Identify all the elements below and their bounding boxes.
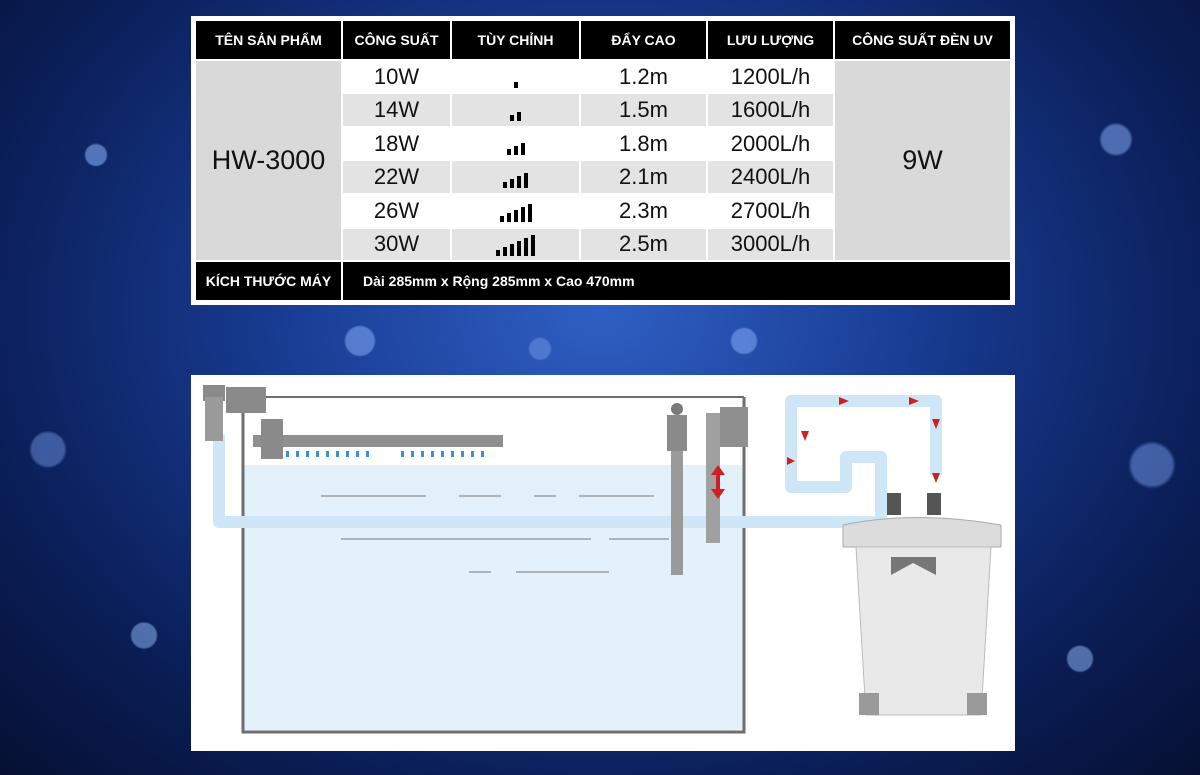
level-bar bbox=[524, 173, 528, 189]
head-cell: 1.2m bbox=[581, 60, 706, 93]
level-bar bbox=[517, 112, 521, 122]
level-bars-icon bbox=[496, 234, 535, 256]
level-bars-icon bbox=[513, 68, 518, 88]
level-bar bbox=[499, 215, 504, 222]
level-cell bbox=[452, 127, 579, 160]
header-row: TÊN SẢN PHẨM CÔNG SUẤT TÙY CHỈNH ĐẨY CAO… bbox=[196, 21, 1010, 59]
level-bar bbox=[510, 179, 514, 189]
head-cell: 2.1m bbox=[581, 161, 706, 194]
level-bar bbox=[520, 206, 525, 222]
header-product-name: TÊN SẢN PHẨM bbox=[196, 21, 341, 59]
level-bar bbox=[510, 115, 514, 122]
uv-power: 9W bbox=[835, 60, 1010, 261]
level-bars-icon bbox=[499, 202, 532, 222]
power-cell: 10W bbox=[343, 60, 450, 93]
power-cell: 14W bbox=[343, 94, 450, 126]
head-cell: 1.5m bbox=[581, 94, 706, 126]
head-cell: 2.5m bbox=[581, 228, 706, 261]
level-bar bbox=[513, 81, 518, 88]
spec-table-container: TÊN SẢN PHẨM CÔNG SUẤT TÙY CHỈNH ĐẨY CAO… bbox=[191, 16, 1015, 305]
level-bar bbox=[524, 237, 528, 256]
level-bar bbox=[517, 176, 521, 189]
power-cell: 26W bbox=[343, 195, 450, 227]
level-bars-icon bbox=[510, 101, 521, 122]
flow-arrows bbox=[787, 397, 940, 483]
level-bars-icon bbox=[506, 135, 525, 155]
level-cell bbox=[452, 94, 579, 126]
level-bar bbox=[503, 246, 507, 256]
level-bar bbox=[531, 234, 535, 256]
head-cell: 1.8m bbox=[581, 127, 706, 160]
level-bar bbox=[527, 203, 532, 222]
table-row: HW-3000 10W 1.2m 1200L/h 9W bbox=[196, 60, 1010, 261]
size-row: KÍCH THƯỚC MÁY Dài 285mm x Rộng 285mm x … bbox=[196, 262, 1010, 300]
header-adjust: TÙY CHỈNH bbox=[452, 21, 579, 59]
level-bar bbox=[513, 145, 518, 155]
header-flow: LƯU LƯỢNG bbox=[708, 21, 833, 59]
level-bars-icon bbox=[503, 168, 528, 189]
flow-cell: 3000L/h bbox=[708, 228, 833, 261]
diagram-illustration bbox=[203, 385, 1002, 734]
canister-filter bbox=[842, 493, 1002, 716]
flow-cell: 2700L/h bbox=[708, 195, 833, 227]
header-power: CÔNG SUẤT bbox=[343, 21, 450, 59]
head-cell: 2.3m bbox=[581, 195, 706, 227]
flow-cell: 1200L/h bbox=[708, 60, 833, 93]
flow-cell: 2400L/h bbox=[708, 161, 833, 194]
level-bar bbox=[503, 182, 507, 189]
level-cell bbox=[452, 195, 579, 227]
power-cell: 22W bbox=[343, 161, 450, 194]
flow-cell: 2000L/h bbox=[708, 127, 833, 160]
power-cell: 18W bbox=[343, 127, 450, 160]
spec-table: TÊN SẢN PHẨM CÔNG SUẤT TÙY CHỈNH ĐẨY CAO… bbox=[194, 19, 1012, 302]
level-bar bbox=[520, 142, 525, 155]
filter-installation-diagram bbox=[191, 375, 1015, 751]
model-name: HW-3000 bbox=[196, 60, 341, 261]
level-bar bbox=[506, 212, 511, 222]
level-cell bbox=[452, 161, 579, 194]
size-label: KÍCH THƯỚC MÁY bbox=[196, 262, 341, 300]
header-head-height: ĐẨY CAO bbox=[581, 21, 706, 59]
header-uv-power: CÔNG SUẤT ĐÈN UV bbox=[835, 21, 1010, 59]
size-value: Dài 285mm x Rộng 285mm x Cao 470mm bbox=[343, 262, 1010, 300]
flow-cell: 1600L/h bbox=[708, 94, 833, 126]
level-bar bbox=[506, 148, 511, 155]
level-bar bbox=[517, 240, 521, 256]
level-bar bbox=[513, 209, 518, 222]
level-cell bbox=[452, 228, 579, 261]
level-bar bbox=[510, 243, 514, 256]
level-cell bbox=[452, 60, 579, 93]
level-bar bbox=[496, 249, 500, 256]
power-cell: 30W bbox=[343, 228, 450, 261]
